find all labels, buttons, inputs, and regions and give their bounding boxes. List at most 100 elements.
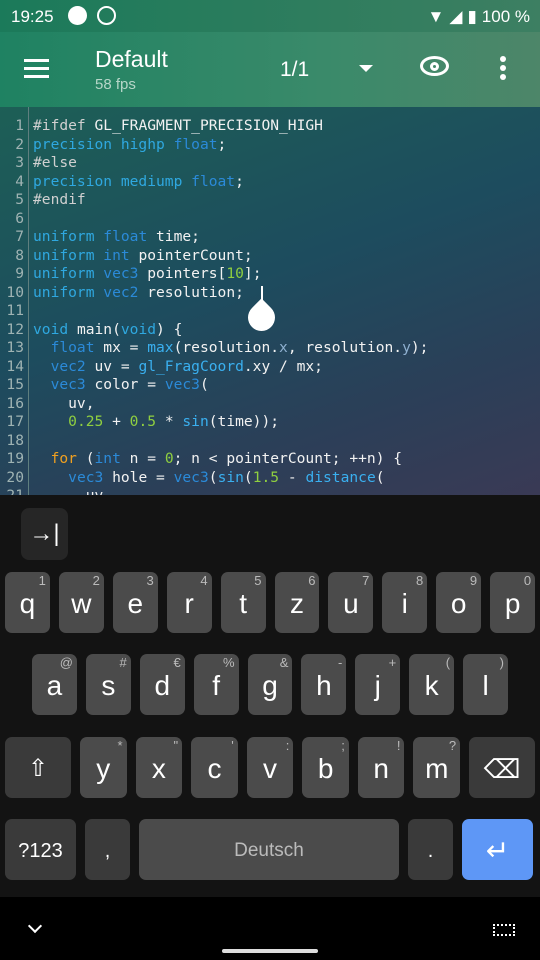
key-label: w (71, 588, 92, 619)
home-gesture-bar[interactable] (222, 949, 318, 953)
code-token: 0.5 (129, 413, 157, 430)
code-token: vec3 (173, 468, 209, 486)
key-p[interactable]: 0p (490, 572, 536, 633)
backspace-key[interactable]: ⌫ (469, 737, 536, 798)
key-a[interactable]: @ a (32, 654, 77, 715)
code-token: uniform (33, 228, 104, 245)
code-token: uv = (85, 357, 139, 375)
key-label: i (401, 588, 408, 619)
key-e[interactable]: 3e (112, 572, 158, 633)
code-line[interactable]: 21 uv, (0, 487, 428, 495)
code-token: float (103, 228, 148, 245)
code-token: #endif (33, 191, 86, 208)
key-w[interactable]: 2w (58, 572, 104, 633)
key-k[interactable]: (k (409, 654, 455, 715)
code-line[interactable]: 4 precision mediump float; (0, 173, 428, 192)
code-token: uniform (33, 283, 104, 301)
key-m[interactable]: ? m (413, 737, 461, 798)
code-line[interactable]: 8 uniform int pointerCount; (0, 247, 428, 266)
code-line[interactable]: 10 uniform vec2 resolution; (0, 284, 428, 303)
key-t[interactable]: 5t (220, 572, 266, 633)
eye-icon[interactable] (420, 56, 449, 76)
code-editor[interactable]: 1 #ifdef GL_FRAGMENT_PRECISION_HIGH 2 preci… (0, 107, 540, 495)
code-line[interactable]: 5 #endif (0, 191, 428, 210)
period-key[interactable]: . (408, 819, 453, 880)
code-line[interactable]: 3 #else (0, 154, 428, 173)
code-token: vec3 (164, 376, 200, 393)
key-label: z (289, 588, 304, 619)
code-token: pointerCount; (129, 246, 253, 264)
key-hint: 9 (469, 573, 478, 588)
keyboard-switch-icon[interactable] (493, 924, 515, 936)
code-line[interactable]: 18 (0, 432, 428, 451)
key-label: j (374, 670, 381, 701)
code-line[interactable]: 7 uniform float time; (0, 228, 428, 247)
space-key[interactable]: Deutsch (139, 819, 399, 880)
tab-key[interactable]: →| (21, 508, 68, 560)
code-line[interactable]: 17 0.25 + 0.5 * sin(time)); (0, 413, 428, 432)
key-b[interactable]: ; b (302, 737, 349, 798)
enter-key[interactable]: ↵ (462, 819, 533, 880)
dropdown-arrow-icon[interactable] (359, 65, 373, 72)
line-number: 14 (6, 357, 24, 375)
symbols-key[interactable]: ?123 (5, 819, 76, 880)
hide-keyboard-icon[interactable] (27, 918, 43, 934)
key-hint: @ (59, 655, 73, 670)
code-line[interactable]: 6 (0, 210, 428, 229)
key-u[interactable]: 7u (328, 572, 374, 633)
key-hint: 1 (38, 573, 46, 588)
battery-level: 100 % (481, 7, 530, 26)
more-vert-icon[interactable] (500, 56, 506, 83)
code-line[interactable]: 16 uv, (0, 395, 428, 414)
key-o[interactable]: 9o (436, 572, 482, 633)
code-token: ( (375, 468, 385, 486)
code-line[interactable]: 12 void main(void) { (0, 321, 428, 340)
keyboard: →| 1q2w3e4r5t6z7u8i9o0p @ a # s € d% f & g - h + j(k… (0, 495, 540, 897)
key-q[interactable]: 1q (5, 572, 50, 633)
key-y[interactable]: * y (80, 737, 127, 798)
key-r[interactable]: 4r (166, 572, 212, 633)
code-line[interactable]: 1 #ifdef GL_FRAGMENT_PRECISION_HIGH (0, 117, 428, 136)
key-s[interactable]: # s (85, 654, 131, 715)
code-lines[interactable]: 1 #ifdef GL_FRAGMENT_PRECISION_HIGH 2 preci… (0, 117, 428, 495)
key-n[interactable]: ! n (357, 737, 405, 798)
code-line[interactable]: 11 (0, 302, 428, 321)
key-hint: ' (231, 738, 234, 753)
key-d[interactable]: € d (139, 654, 185, 715)
key-h[interactable]: -h (301, 654, 347, 715)
line-number: 17 (6, 413, 24, 430)
key-x[interactable]: " x (135, 737, 183, 798)
key-f[interactable]: % f (193, 654, 239, 715)
code-line[interactable]: 2 precision highp float; (0, 136, 428, 155)
code-token: x (279, 339, 288, 356)
key-v[interactable]: :v (246, 737, 294, 798)
code-line[interactable]: 9 uniform vec3 pointers[10]; (0, 265, 428, 284)
shift-key[interactable]: ⇧ (5, 737, 71, 798)
key-hint: ( (445, 655, 451, 670)
key-g[interactable]: & g (247, 654, 293, 715)
key-label: s (101, 670, 116, 701)
line-number: 4 (15, 172, 24, 190)
code-line[interactable]: 14 vec2 uv = gl_FragCoord.xy / mx; (0, 358, 428, 377)
key-l[interactable]: ) l (463, 654, 509, 715)
key-i[interactable]: 8i (382, 572, 428, 633)
key-c[interactable]: ' c (191, 737, 238, 798)
key-z[interactable]: 6z (274, 572, 320, 633)
key-hint: % (223, 655, 235, 670)
key-hint: 5 (254, 573, 262, 588)
menu-icon[interactable] (24, 59, 49, 83)
code-token: uniform (33, 265, 104, 282)
code-line[interactable]: 15 vec3 color = vec3( (0, 376, 428, 395)
code-line[interactable]: 13 float mx = max(resolution.x, resoluti… (0, 339, 428, 358)
comma-key[interactable]: , (85, 819, 130, 880)
code-line[interactable]: 20 vec3 hole = vec3(sin(1.5 - distance( (0, 469, 428, 488)
line-number: 13 (6, 339, 24, 356)
key-j[interactable]: + j (355, 654, 401, 715)
code-token: max (147, 339, 174, 356)
code-line[interactable]: 19 for (int n = 0; n < pointerCount; ++n… (0, 450, 428, 469)
code-token: y (402, 339, 411, 356)
key-label: p (504, 588, 521, 619)
code-token: - (279, 468, 306, 486)
tab-selector[interactable]: 1/1 (280, 58, 309, 82)
key-label: b (317, 753, 334, 784)
